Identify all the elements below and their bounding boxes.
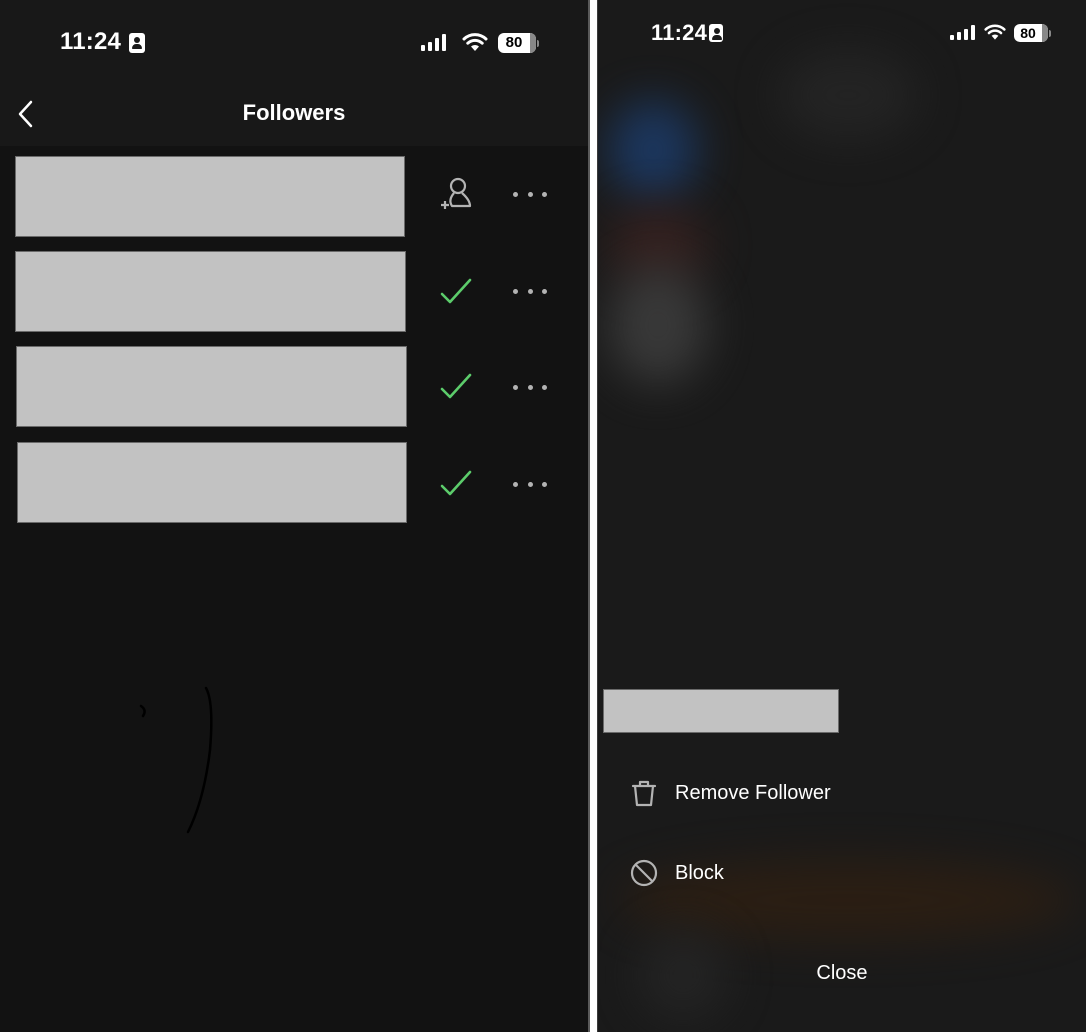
redacted-user-name: [16, 346, 407, 427]
cellular-signal-icon: [950, 25, 975, 40]
check-icon: [440, 373, 472, 399]
redacted-user-name: [603, 689, 839, 733]
follow-back-button[interactable]: [438, 176, 474, 212]
blurred-backdrop-shape: [778, 50, 918, 140]
battery-cap: [1049, 30, 1051, 37]
check-icon: [440, 470, 472, 496]
redacted-user-name: [15, 156, 405, 237]
more-dot: [542, 384, 547, 390]
more-dot: [513, 384, 518, 390]
more-options-button[interactable]: [510, 281, 550, 301]
contact-badge-icon: [129, 33, 145, 53]
contact-badge-icon: [709, 24, 723, 42]
more-dot: [542, 481, 547, 487]
more-dot: [513, 191, 518, 197]
battery-level: 80: [505, 34, 523, 51]
wifi-icon: [984, 24, 1006, 40]
battery-icon: 80: [498, 33, 536, 53]
follower-actions-screen: 11:24 80 Remove Follower Block Close: [598, 0, 1086, 1032]
hand-drawn-annotation: [139, 686, 213, 834]
more-dot: [527, 191, 533, 197]
more-options-button[interactable]: [510, 377, 550, 397]
more-dot: [527, 288, 533, 294]
battery-level: 80: [1020, 25, 1036, 41]
check-icon: [440, 278, 472, 304]
following-button[interactable]: [438, 466, 474, 502]
trash-icon: [626, 775, 662, 811]
block-icon: [626, 855, 662, 891]
panel-divider: [588, 0, 598, 1032]
more-options-button[interactable]: [510, 184, 550, 204]
more-dot: [542, 191, 547, 197]
more-dot: [527, 481, 533, 487]
following-button[interactable]: [438, 274, 474, 310]
status-bar: 11:24 80: [0, 0, 588, 60]
block-label: Block: [675, 861, 724, 884]
more-dot: [513, 481, 518, 487]
following-button[interactable]: [438, 369, 474, 405]
blurred-backdrop-shape: [608, 265, 708, 385]
redacted-user-name: [15, 251, 406, 332]
more-options-button[interactable]: [510, 474, 550, 494]
more-dot: [542, 288, 547, 294]
status-time: 11:24: [651, 20, 708, 45]
cellular-signal-icon: [421, 34, 446, 51]
battery-icon: 80: [1014, 24, 1048, 42]
status-time: 11:24: [60, 28, 122, 55]
header-bar: 11:24 80 Followers: [0, 0, 588, 146]
followers-screen: 11:24 80 Followers: [0, 0, 588, 1032]
follower-row[interactable]: [0, 246, 588, 342]
battery-cap: [537, 40, 539, 47]
remove-follower-label: Remove Follower: [675, 781, 831, 804]
close-button[interactable]: Close: [598, 962, 1086, 985]
redacted-user-name: [17, 442, 407, 523]
blurred-backdrop-shape: [608, 100, 698, 200]
more-dot: [513, 288, 518, 294]
add-person-icon: [441, 177, 472, 209]
block-button[interactable]: Block: [626, 851, 724, 895]
follower-row[interactable]: [0, 438, 588, 534]
follower-row[interactable]: [0, 150, 588, 246]
wifi-icon: [462, 33, 488, 51]
follower-row[interactable]: [0, 342, 588, 438]
status-bar: 11:24 80: [598, 0, 1086, 60]
more-dot: [527, 384, 533, 390]
page-title: Followers: [242, 100, 346, 125]
remove-follower-button[interactable]: Remove Follower: [626, 771, 831, 815]
